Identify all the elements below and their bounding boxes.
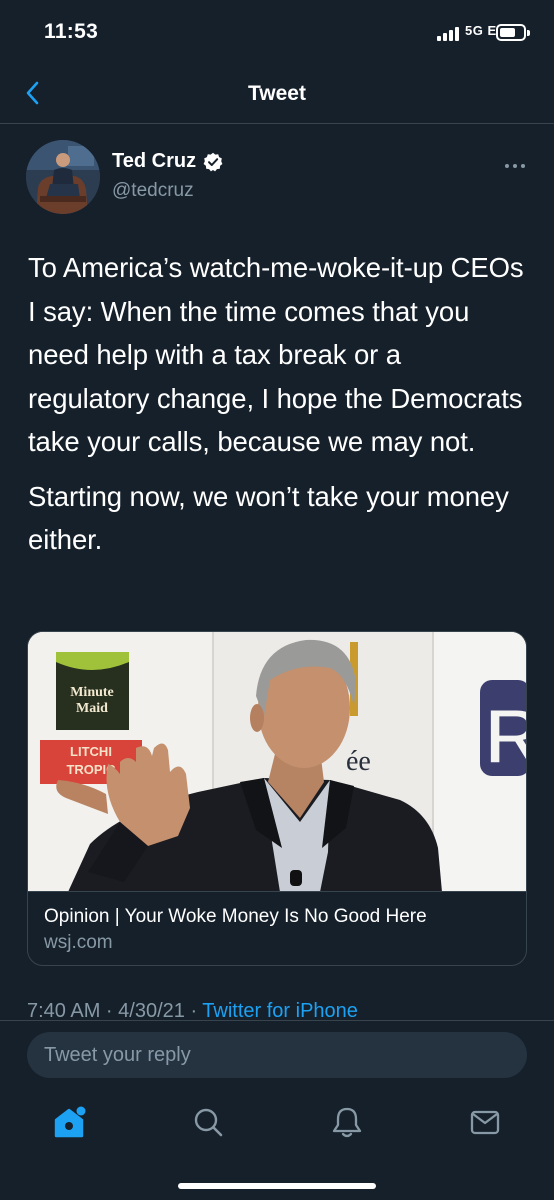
bell-icon[interactable] [329,1104,365,1140]
tweet-source-link[interactable]: Twitter for iPhone [202,1000,358,1022]
mail-icon[interactable] [467,1104,503,1140]
card-title[interactable]: Opinion | Your Woke Money Is No Good Her… [44,906,427,928]
sign-text: LITCHI [70,744,112,759]
tweet-paragraph: Starting now, we won’t take your money e… [28,480,509,556]
card-image[interactable]: Minute Maid LITCHI TROPIC ée R [28,632,527,892]
status-time: 11:53 [44,20,99,43]
home-icon[interactable] [51,1104,87,1140]
top-navigation-bar: Tweet [0,66,554,124]
page-title: Tweet [248,82,306,105]
logo-text: Maid [76,701,108,716]
backdrop-text: R [484,692,527,781]
card-domain: wsj.com [44,932,113,953]
reply-input[interactable] [27,1032,527,1078]
author-name-row[interactable]: Ted Cruz [112,150,223,173]
signal-strength-icon [437,25,463,41]
tweet-detail-screen: 11:53 5G E Tweet Ted Cruz @tedcruz To Am… [0,0,554,1200]
author-handle[interactable]: @tedcruz [112,180,194,202]
tweet-timestamp: 7:40 AM · 4/30/21 · [27,1000,203,1022]
backdrop-text: ée [346,746,371,777]
tweet-paragraph: To America’s watch-me-woke-it-up CEOs I … [28,252,524,457]
battery-icon [496,24,530,41]
avatar[interactable] [26,140,100,214]
search-icon[interactable] [190,1104,226,1140]
status-bar: 11:53 5G E [0,0,554,66]
network-type: 5G E [465,23,497,38]
bottom-tab-bar [0,1088,554,1200]
more-options-icon[interactable] [504,158,526,168]
link-preview-card[interactable]: Minute Maid LITCHI TROPIC ée R [27,631,527,966]
logo-text: Minute [70,685,114,700]
reply-bar [0,1020,554,1088]
author-name[interactable]: Ted Cruz [112,150,196,173]
home-indicator[interactable] [178,1183,376,1189]
verified-badge-icon [203,152,223,172]
tweet-text: To America’s watch-me-woke-it-up CEOs I … [28,246,528,562]
